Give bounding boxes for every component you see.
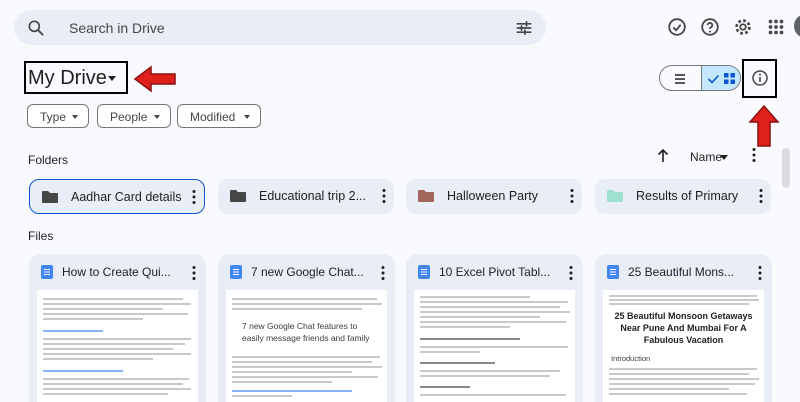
chevron-down-icon[interactable] (108, 76, 116, 81)
filter-chip-people[interactable]: People (97, 104, 171, 128)
folder-card[interactable]: Aadhar Card details (29, 179, 205, 214)
check-icon (707, 74, 720, 84)
top-bar: Search in Drive (0, 0, 800, 56)
filter-chip-label: People (110, 110, 148, 124)
folder-icon (607, 190, 623, 202)
grid-view-button[interactable] (701, 66, 740, 90)
folder-icon (230, 190, 246, 202)
file-thumbnail (414, 290, 575, 402)
tune-icon[interactable] (514, 18, 534, 38)
folder-name: Aadhar Card details (71, 190, 181, 204)
more-vert-icon[interactable] (382, 188, 386, 204)
file-preview-heading: 25 Beautiful Monsoon Getaways Near Pune … (614, 311, 753, 345)
chevron-down-icon[interactable] (720, 155, 728, 160)
search-bar[interactable]: Search in Drive (14, 10, 546, 45)
grid-view-icon (724, 73, 735, 84)
folder-card[interactable]: Results of Primary (595, 179, 771, 214)
list-view-button[interactable] (660, 66, 701, 90)
google-docs-icon (418, 265, 430, 279)
chevron-down-icon (154, 115, 160, 119)
filter-chip-type[interactable]: Type (27, 104, 89, 128)
folder-name: Halloween Party (447, 189, 539, 203)
folder-name: Results of Primary (636, 189, 739, 203)
settings-icon[interactable] (732, 16, 754, 38)
avatar[interactable] (794, 14, 800, 38)
file-card[interactable]: 25 Beautiful Mons... 25 Beautiful Monsoo… (595, 254, 772, 402)
file-title: 7 new Google Chat... (251, 265, 364, 279)
search-icon (28, 20, 44, 36)
file-preview-heading: 7 new Google Chat features to easily mes… (242, 321, 370, 343)
scrollbar-thumb[interactable] (782, 148, 790, 188)
file-title: 10 Excel Pivot Tabl... (439, 265, 551, 279)
google-docs-icon (607, 265, 619, 279)
file-card[interactable]: 7 new Google Chat... 7 new Google Chat f… (218, 254, 395, 402)
folder-name: Educational trip 2... (259, 189, 367, 203)
list-view-icon (675, 74, 685, 84)
file-title: 25 Beautiful Mons... (628, 265, 735, 279)
file-card[interactable]: 10 Excel Pivot Tabl... (406, 254, 583, 402)
sort-by-name-button[interactable]: Name (690, 150, 722, 164)
google-docs-icon (230, 265, 242, 279)
folder-icon (42, 191, 58, 203)
chevron-down-icon (72, 115, 78, 119)
files-heading: Files (28, 229, 54, 243)
ready-offline-icon[interactable] (666, 16, 688, 38)
folders-heading: Folders (28, 153, 69, 167)
page-title[interactable]: My Drive (28, 67, 107, 90)
folder-card[interactable]: Educational trip 2... (218, 179, 394, 214)
more-vert-icon[interactable] (381, 265, 385, 281)
file-preview-subheading: Introduction (611, 354, 651, 363)
arrow-up-icon[interactable] (656, 148, 670, 164)
info-icon[interactable] (751, 69, 769, 87)
filter-chip-modified[interactable]: Modified (177, 104, 261, 128)
file-thumbnail: 7 new Google Chat features to easily mes… (226, 290, 387, 402)
annotation-arrow-up-icon (748, 104, 780, 147)
more-vert-icon[interactable] (192, 189, 196, 205)
more-vert-icon[interactable] (192, 265, 196, 281)
folder-card[interactable]: Halloween Party (406, 179, 582, 214)
filter-chip-label: Type (40, 110, 67, 124)
folder-icon (418, 190, 434, 202)
more-vert-icon[interactable] (759, 188, 763, 204)
google-docs-icon (41, 265, 53, 279)
file-thumbnail: 25 Beautiful Monsoon Getaways Near Pune … (603, 290, 764, 402)
apps-grid-icon[interactable] (765, 16, 787, 38)
more-vert-icon[interactable] (570, 188, 574, 204)
view-toggle (659, 65, 741, 91)
annotation-arrow-left-icon (133, 65, 176, 93)
more-vert-icon[interactable] (569, 265, 573, 281)
chevron-down-icon (244, 115, 250, 119)
more-vert-icon[interactable] (758, 265, 762, 281)
search-input[interactable]: Search in Drive (69, 20, 165, 36)
file-card[interactable]: How to Create Qui... (29, 254, 206, 402)
filter-chip-label: Modified (190, 110, 236, 124)
more-vert-icon[interactable] (752, 147, 756, 163)
help-icon[interactable] (699, 16, 721, 38)
file-thumbnail (37, 290, 198, 402)
file-title: How to Create Qui... (62, 265, 171, 279)
